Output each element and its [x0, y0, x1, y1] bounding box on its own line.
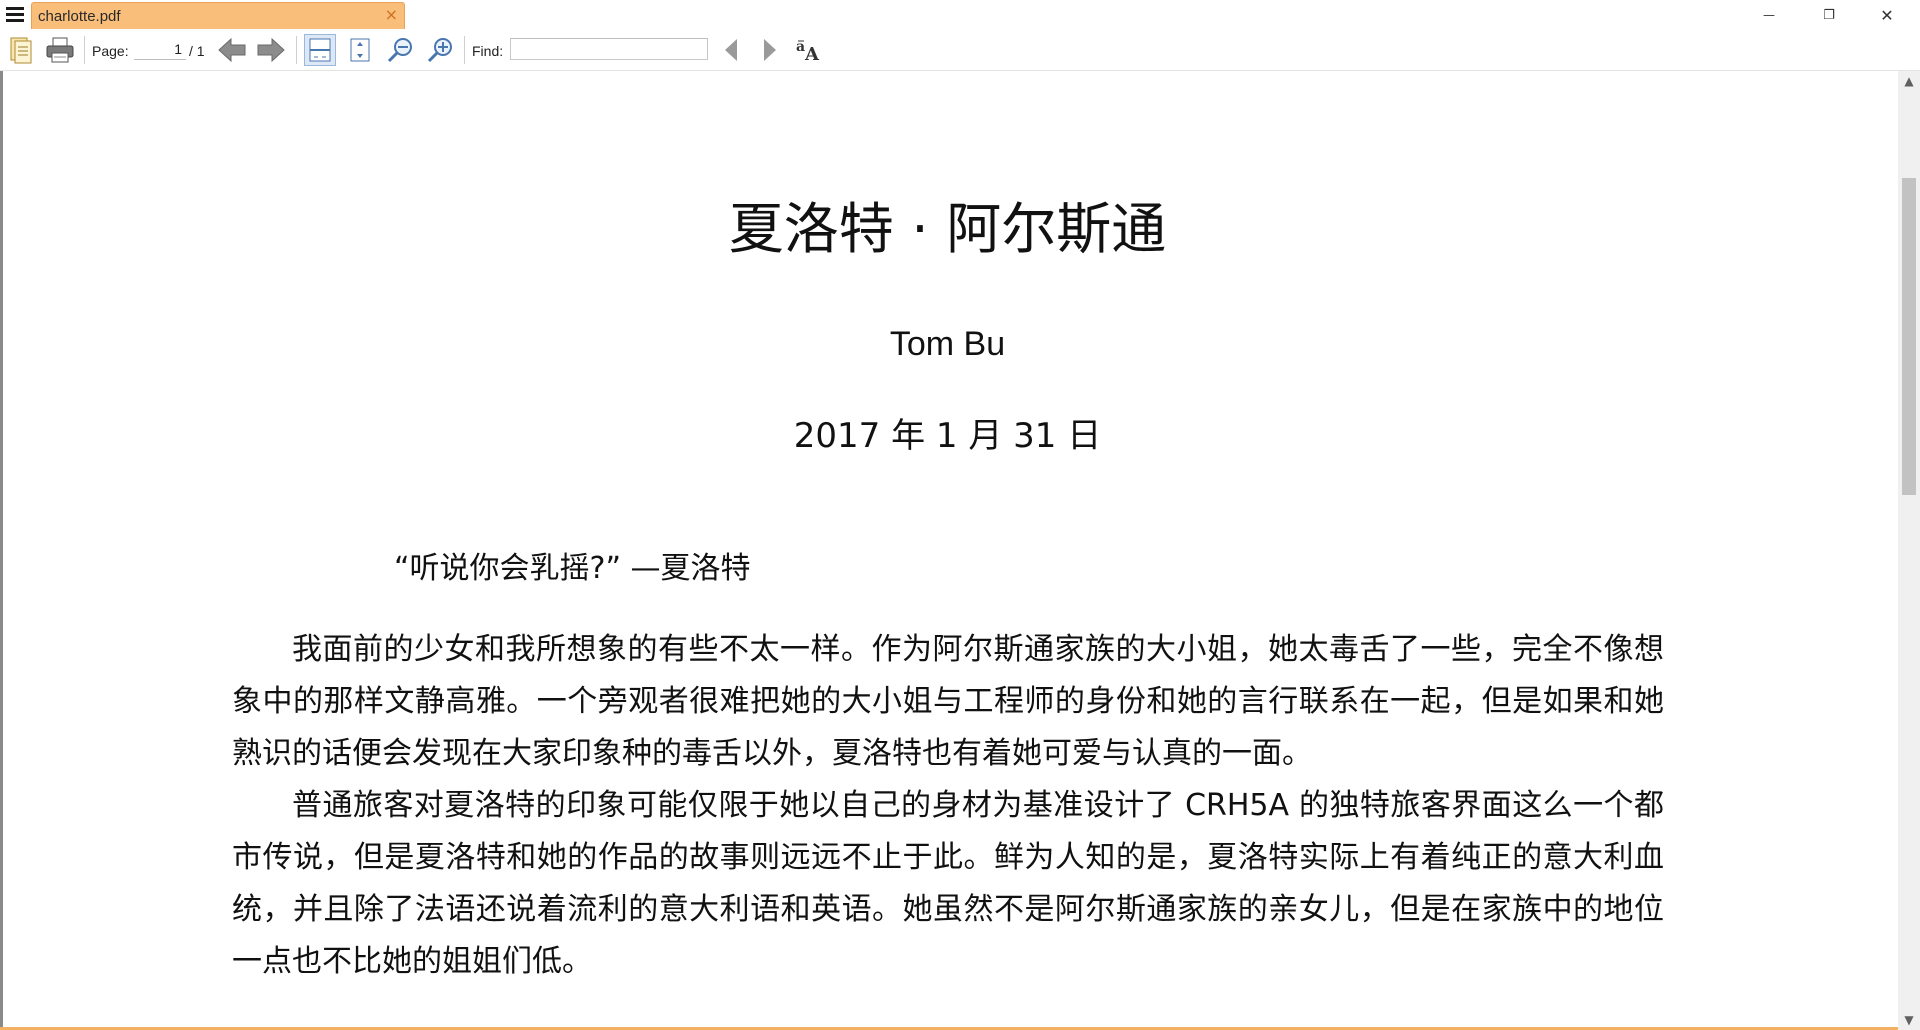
fit-page-icon[interactable]	[304, 34, 336, 66]
document-epigraph: “听说你会乳摇?” —夏洛特	[394, 551, 751, 586]
previous-page-icon[interactable]	[216, 34, 248, 66]
page-total: / 1	[189, 43, 205, 59]
fit-width-icon[interactable]	[344, 34, 376, 66]
tab-title: charlotte.pdf	[38, 8, 121, 25]
match-case-icon[interactable]: a A	[793, 34, 825, 66]
minimize-icon: —	[1763, 8, 1775, 22]
close-icon: ✕	[1880, 5, 1894, 25]
page-number-input[interactable]	[134, 38, 186, 60]
open-document-icon[interactable]	[5, 34, 37, 66]
print-icon[interactable]	[44, 34, 76, 66]
zoom-in-icon[interactable]	[424, 34, 456, 66]
zoom-out-icon[interactable]	[384, 34, 416, 66]
document-title: 夏洛特 · 阿尔斯通	[728, 197, 1167, 261]
toolbar-separator	[84, 36, 85, 64]
title-bar: charlotte.pdf × — ❐ ✕	[0, 0, 1920, 30]
toolbar: Page: / 1	[0, 30, 1920, 71]
minimize-button[interactable]: —	[1740, 0, 1798, 30]
document-date: 2017 年 1 月 31 日	[793, 416, 1102, 456]
find-previous-icon[interactable]	[715, 34, 747, 66]
toolbar-separator	[464, 36, 465, 64]
scroll-up-icon[interactable]: ▲	[1898, 71, 1920, 91]
document-author: Tom Bu	[889, 325, 1006, 363]
tab-close-icon[interactable]: ×	[385, 6, 398, 24]
find-label: Find:	[472, 43, 504, 59]
find-next-icon[interactable]	[754, 34, 786, 66]
page-label: Page:	[92, 43, 129, 59]
next-page-icon[interactable]	[255, 34, 287, 66]
toolbar-separator	[296, 36, 297, 64]
close-window-button[interactable]: ✕	[1858, 0, 1916, 30]
restore-icon: ❐	[1823, 7, 1835, 23]
restore-button[interactable]: ❐	[1800, 0, 1858, 30]
scrollbar-thumb[interactable]	[1902, 178, 1916, 495]
document-body: 我面前的少女和我所想象的有些不太一样。作为阿尔斯通家族的大小姐，她太毒舌了一些，…	[232, 624, 1664, 988]
document-tab[interactable]: charlotte.pdf ×	[31, 2, 405, 29]
find-input[interactable]	[510, 38, 708, 60]
paragraph: 我面前的少女和我所想象的有些不太一样。作为阿尔斯通家族的大小姐，她太毒舌了一些，…	[232, 632, 1664, 771]
paragraph: 普通旅客对夏洛特的印象可能仅限于她以自己的身材为基准设计了 CRH5A 的独特旅…	[232, 788, 1664, 979]
vertical-scrollbar[interactable]: ▲ ▼	[1898, 71, 1920, 1030]
svg-text:A: A	[804, 44, 820, 63]
scroll-down-icon[interactable]: ▼	[1898, 1010, 1920, 1030]
hamburger-icon[interactable]	[6, 7, 24, 23]
